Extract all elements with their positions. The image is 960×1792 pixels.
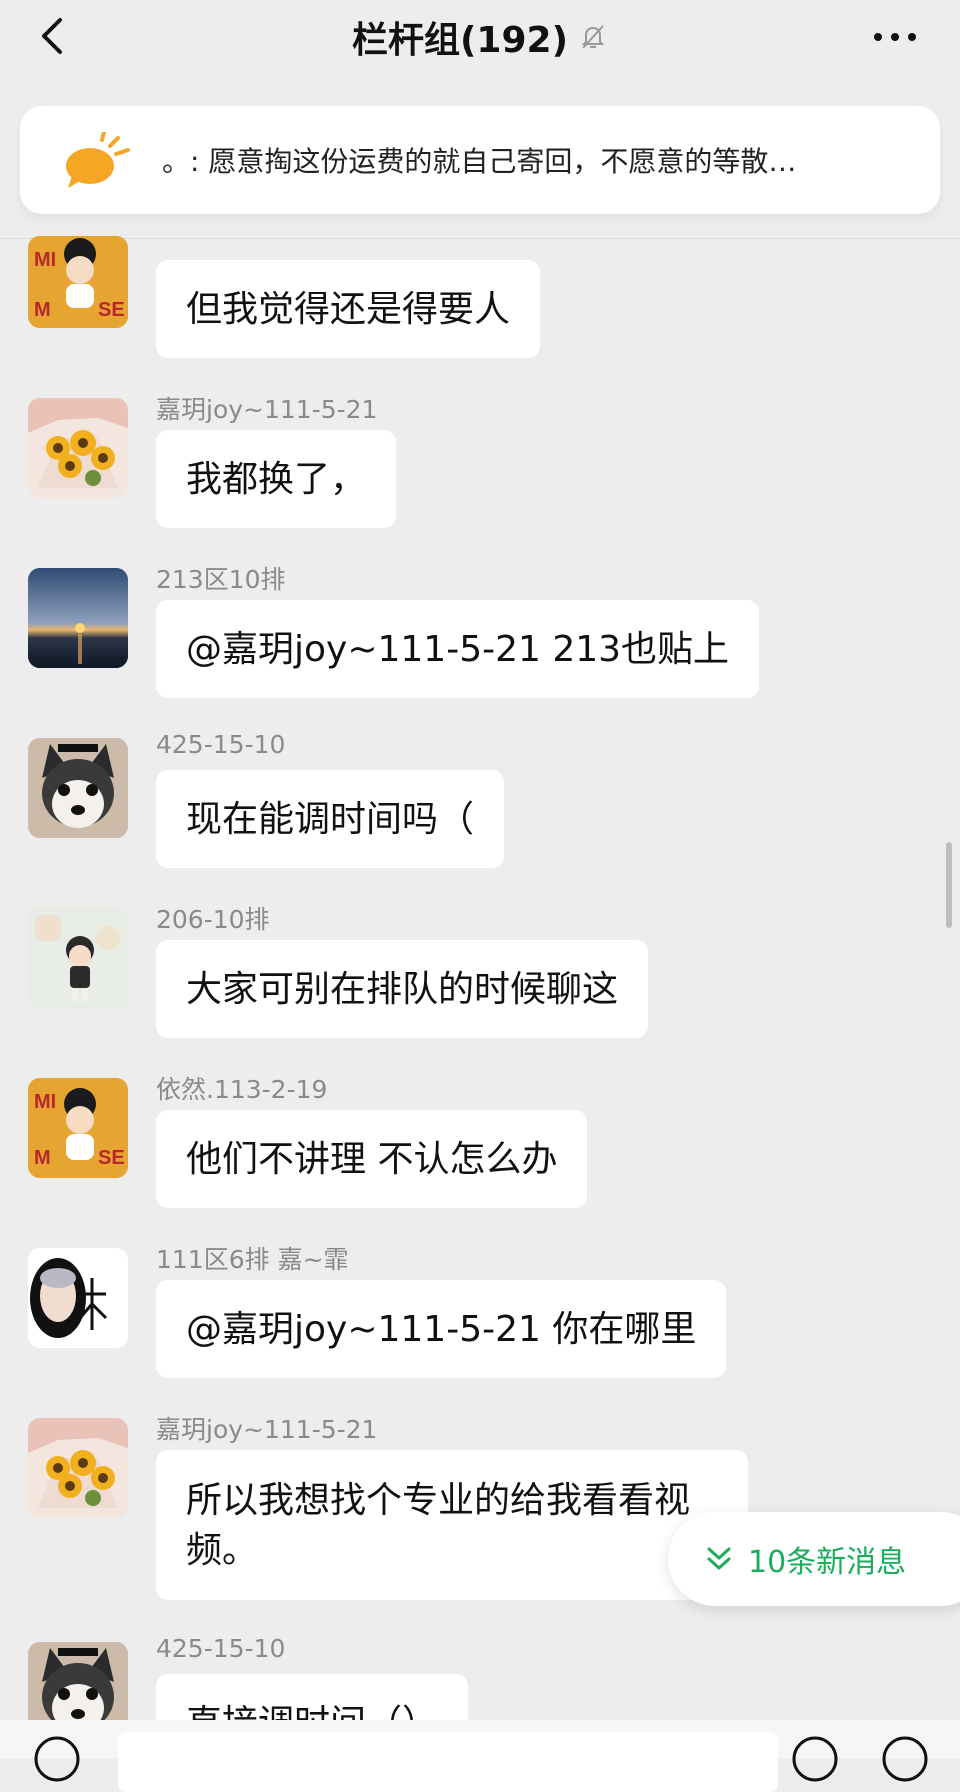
message-bubble[interactable]: @嘉玥joy~111-5-21 你在哪里 xyxy=(156,1280,727,1378)
new-messages-label: 10条新消息 xyxy=(748,1545,907,1580)
svg-text:M: M xyxy=(34,299,51,321)
double-chevron-down-icon xyxy=(707,1547,731,1570)
scrollbar[interactable] xyxy=(946,842,952,928)
sender-name: 嘉玥joy~111-5-21 xyxy=(156,395,378,424)
avatar[interactable]: MI M SE xyxy=(28,1078,128,1178)
sender-name: 425-15-10 xyxy=(156,730,286,759)
svg-text:SE: SE xyxy=(98,1147,125,1169)
svg-text:SE: SE xyxy=(98,299,125,321)
avatar[interactable] xyxy=(28,908,128,1008)
avatar[interactable] xyxy=(28,1248,128,1348)
plus-icon[interactable] xyxy=(880,1734,930,1784)
svg-text:M: M xyxy=(34,1147,51,1169)
message-bubble[interactable]: 但我觉得还是得要人 xyxy=(156,260,541,358)
bell-off-icon xyxy=(581,25,605,49)
message-row: 425-15-10 直接调时间（） xyxy=(0,1634,960,1720)
sender-name: 111区6排 嘉~霏 xyxy=(156,1245,349,1274)
avatar[interactable] xyxy=(28,738,128,838)
sender-name: 425-15-10 xyxy=(156,1634,286,1663)
avatar[interactable]: MI M SE xyxy=(28,236,128,328)
more-dots-icon[interactable] xyxy=(870,22,920,52)
divider xyxy=(0,238,960,239)
voice-icon[interactable] xyxy=(32,1734,82,1784)
announcement-text: 。: 愿意掏这份运费的就自己寄回，不愿意的等散… xyxy=(162,145,797,178)
message-bubble[interactable]: @嘉玥joy~111-5-21 213也贴上 xyxy=(156,600,760,698)
message-bubble[interactable]: 大家可别在排队的时候聊这 xyxy=(156,940,649,1038)
sender-name: 嘉玥joy~111-5-21 xyxy=(156,1415,378,1444)
chat-header: 栏杆组(192) xyxy=(0,0,960,96)
avatar[interactable] xyxy=(28,568,128,668)
sender-name: 206-10排 xyxy=(156,905,270,934)
message-input[interactable] xyxy=(118,1732,778,1792)
page-title: 栏杆组(192) xyxy=(351,20,569,61)
avatar[interactable] xyxy=(28,1418,128,1518)
sender-name: 213区10排 xyxy=(156,565,286,594)
title-group: 栏杆组(192) xyxy=(0,12,960,62)
message-bubble[interactable]: 现在能调时间吗（ xyxy=(156,770,505,868)
new-messages-button[interactable]: 10条新消息 xyxy=(668,1512,960,1606)
message-bubble[interactable]: 他们不讲理 不认怎么办 xyxy=(156,1110,588,1208)
sender-name: 依然.113-2-19 xyxy=(156,1075,328,1104)
announcement-bubble-icon xyxy=(66,132,130,188)
avatar[interactable] xyxy=(28,398,128,498)
pinned-announcement[interactable]: 。: 愿意掏这份运费的就自己寄回，不愿意的等散… xyxy=(20,106,940,214)
svg-text:MI: MI xyxy=(34,1091,56,1113)
avatar[interactable] xyxy=(28,1642,128,1720)
input-bar xyxy=(0,1720,960,1792)
svg-text:MI: MI xyxy=(34,249,56,271)
emoji-icon[interactable] xyxy=(790,1734,840,1784)
message-bubble[interactable]: 所以我想找个专业的给我看看视 频。 xyxy=(156,1450,748,1600)
message-bubble[interactable]: 我都换了， xyxy=(156,430,397,528)
message-bubble[interactable]: 直接调时间（） xyxy=(156,1674,469,1720)
